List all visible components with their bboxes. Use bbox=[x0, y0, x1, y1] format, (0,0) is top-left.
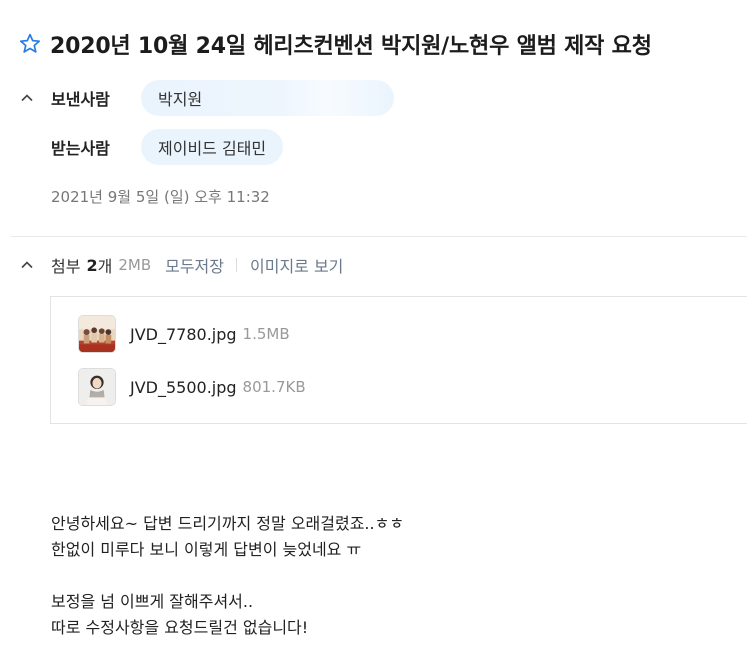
attachment-file-name: JVD_5500.jpg bbox=[130, 377, 237, 397]
attachment-total-size: 2MB bbox=[118, 256, 152, 274]
attachment-list: JVD_7780.jpg 1.5MB JVD_5500.jpg 801.7KB bbox=[50, 296, 747, 424]
collapse-chevron-icon[interactable] bbox=[20, 91, 34, 105]
header-divider bbox=[11, 236, 747, 237]
save-all-button[interactable]: 모두저장 bbox=[165, 253, 224, 277]
body-line: 따로 수정사항을 요청드릴건 없습니다! bbox=[51, 618, 309, 637]
attachment-file-size: 801.7KB bbox=[242, 378, 306, 396]
recipient-chip[interactable]: 제이비드 김태민 bbox=[141, 129, 284, 165]
body-line bbox=[51, 563, 404, 589]
attachment-item[interactable]: JVD_7780.jpg 1.5MB bbox=[78, 315, 290, 353]
body-line: 보정을 넘 이쁘게 잘해주셔서.. bbox=[51, 592, 254, 611]
attachment-count-unit: 개 bbox=[97, 257, 113, 276]
subject-row: 2020년 10월 24일 헤리츠컨벤션 박지원/노현우 앨범 제작 요청 bbox=[18, 28, 652, 60]
sent-date: 2021년 9월 5일 (일) 오후 11:32 bbox=[51, 188, 270, 206]
sender-row: 보낸사람 박지원 bbox=[20, 80, 394, 116]
email-body: 안녕하세요~ 답변 드리기까지 정말 오래걸렸죠..ㅎㅎ 한없이 미루다 보니 … bbox=[51, 511, 404, 641]
attachment-item[interactable]: JVD_5500.jpg 801.7KB bbox=[78, 368, 306, 406]
attachment-file-size: 1.5MB bbox=[242, 325, 290, 343]
recipient-label: 받는사람 bbox=[51, 139, 110, 158]
sender-label: 보낸사람 bbox=[51, 90, 110, 109]
attachment-count: 2 bbox=[86, 255, 98, 275]
recipient-name: 제이비드 김태민 bbox=[158, 139, 267, 158]
email-subject: 2020년 10월 24일 헤리츠컨벤션 박지원/노현우 앨범 제작 요청 bbox=[50, 34, 652, 59]
body-line: 한없이 미루다 보니 이렇게 답변이 늦었네요 ㅠ bbox=[51, 540, 362, 559]
view-as-image-button[interactable]: 이미지로 보기 bbox=[250, 253, 343, 277]
attachment-file-name: JVD_7780.jpg bbox=[130, 324, 237, 344]
body-line: 안녕하세요~ 답변 드리기까지 정말 오래걸렸죠..ㅎㅎ bbox=[51, 514, 405, 533]
attachment-bar: 첨부 2 개 2MB 모두저장 이미지로 보기 bbox=[20, 253, 343, 277]
image-thumbnail-icon bbox=[78, 315, 116, 353]
sender-name: 박지원 bbox=[158, 90, 203, 109]
caret-spacer bbox=[20, 140, 34, 154]
separator bbox=[236, 258, 237, 272]
image-thumbnail-icon bbox=[78, 368, 116, 406]
attachment-title: 첨부 bbox=[51, 257, 81, 276]
star-icon[interactable] bbox=[18, 32, 42, 56]
recipient-row: 받는사람 제이비드 김태민 bbox=[20, 129, 284, 165]
attachment-collapse-chevron-icon[interactable] bbox=[20, 258, 34, 272]
sender-chip[interactable]: 박지원 bbox=[141, 80, 394, 116]
